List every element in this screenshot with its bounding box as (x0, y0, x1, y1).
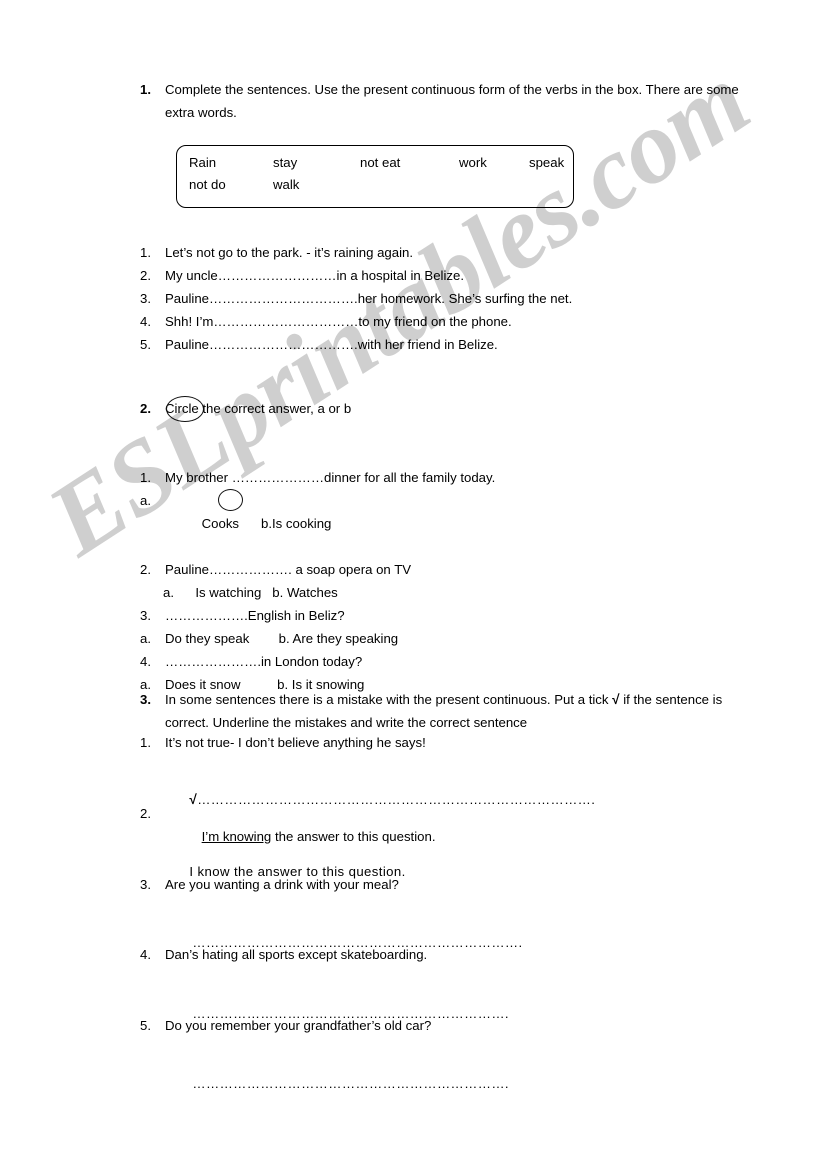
tick-icon: √ (612, 692, 620, 707)
exercise-3-number: 3. (140, 692, 151, 707)
list-item: 1. My brother …………………dinner for all the … (140, 466, 780, 489)
circle-annotation-circle-word (166, 396, 204, 422)
exercise-1-items: 1. Let’s not go to the park. - it’s rain… (140, 241, 780, 356)
list-item: 3. ……………….English in Beliz? (140, 604, 780, 627)
list-item: 4. Dan’s hating all sports except skateb… (140, 943, 780, 966)
item-text: Dan’s hating all sports except skateboar… (165, 947, 428, 962)
item-text: My uncle………………………in a hospital in Belize… (165, 268, 465, 283)
option-a-text: Cooks (201, 516, 262, 531)
item-marker: a. (163, 585, 174, 600)
list-item: 5. Pauline…………………………….with her friend in… (140, 333, 780, 356)
exercise-3-answer-line-5[interactable]: ……………………………………………………………. (168, 1049, 509, 1118)
word-bank-row-2: not do walk (177, 174, 573, 196)
item-marker: 4. (140, 947, 151, 962)
list-item-options: a. Do they speak b. Are they speaking (140, 627, 780, 650)
item-text: Are you wanting a drink with your meal? (165, 877, 399, 892)
list-item: 2. Pauline………………. a soap opera on TV (140, 558, 780, 581)
word-bank-row-1: Rain stay not eat work speak (177, 146, 573, 174)
circle-annotation-answer-b (218, 489, 243, 511)
word-bank-word: work (459, 155, 487, 170)
item-marker: 1. (140, 245, 151, 260)
exercise-3-item-3: 3. Are you wanting a drink with your mea… (140, 873, 780, 896)
exercise-1-heading: 1. Complete the sentences. Use the prese… (140, 78, 760, 124)
item-text: ………………….in London today? (165, 654, 363, 669)
word-bank-box: Rain stay not eat work speak not do walk (176, 145, 574, 208)
item-text: Shh! I’m……………………………to my friend on the p… (165, 314, 512, 329)
item-text: It’s not true- I don’t believe anything … (165, 735, 426, 750)
item-text: Is watching b. Watches (188, 585, 338, 600)
word-bank-word: stay (273, 155, 298, 170)
item-text: Pauline………………. a soap opera on TV (165, 562, 412, 577)
exercise-3-item-4: 4. Dan’s hating all sports except skateb… (140, 943, 780, 966)
exercise-1-instruction: Complete the sentences. Use the present … (165, 82, 739, 120)
item-marker: a. (140, 493, 151, 508)
word-bank-word: Rain (189, 155, 217, 170)
item-text: My brother …………………dinner for all the fam… (165, 470, 496, 485)
option-b-marker: b. (261, 516, 273, 531)
item-text: Pauline…………………………….her homework. She’s s… (165, 291, 573, 306)
word-bank-word: walk (273, 177, 300, 192)
item-marker: 4. (140, 314, 151, 329)
exercise-1-number: 1. (140, 82, 151, 97)
item-text: Do they speak b. Are they speaking (165, 631, 399, 646)
list-item-options: a. Is watching b. Watches (140, 581, 780, 604)
list-item: 1. It’s not true- I don’t believe anythi… (140, 731, 780, 754)
word-bank-word: not do (189, 177, 226, 192)
item-text: Do you remember your grandfather’s old c… (165, 1018, 432, 1033)
item-marker: 3. (140, 291, 151, 306)
word-bank-word: not eat (360, 155, 401, 170)
item-marker: 4. (140, 654, 151, 669)
item-marker: 3. (140, 608, 151, 623)
list-item: 3. Pauline…………………………….her homework. She’… (140, 287, 780, 310)
list-item: 3. Are you wanting a drink with your mea… (140, 873, 780, 896)
item-marker: 2. (140, 806, 151, 821)
option-b-text: Is cooking (272, 516, 332, 531)
item-marker: 3. (140, 877, 151, 892)
item-marker: a. (140, 631, 151, 646)
list-item: 4. Shh! I’m……………………………to my friend on th… (140, 310, 780, 333)
item-marker: 1. (140, 470, 151, 485)
exercise-3-item-5: 5. Do you remember your grandfather’s ol… (140, 1014, 780, 1037)
list-item: 5. Do you remember your grandfather’s ol… (140, 1014, 780, 1037)
item-text: Pauline…………………………….with her friend in Be… (165, 337, 498, 352)
exercise-2-heading: 2. Circle the correct answer, a or b (140, 397, 760, 420)
item-marker: 2. (140, 562, 151, 577)
exercise-2-instruction: the correct answer, a or b (198, 401, 352, 416)
exercise-3-item-1: 1. It’s not true- I don’t believe anythi… (140, 731, 780, 754)
item-marker: 5. (140, 1018, 151, 1033)
worksheet-page: ESLprintables.com 1. Complete the senten… (0, 0, 826, 1169)
list-item: 4. ………………….in London today? (140, 650, 780, 673)
item-marker: 1. (140, 735, 151, 750)
item-text: ……………….English in Beliz? (165, 608, 345, 623)
exercise-2-number: 2. (140, 401, 151, 416)
list-item: 1. Let’s not go to the park. - it’s rain… (140, 241, 780, 264)
dotted-line: ……………………………………………………………. (192, 1076, 509, 1091)
exercise-3-instruction-part1: In some sentences there is a mistake wit… (165, 692, 613, 707)
item-text: Let’s not go to the park. - it’s raining… (165, 245, 414, 260)
list-item: 2. My uncle………………………in a hospital in Bel… (140, 264, 780, 287)
exercise-3-heading: 3. In some sentences there is a mistake … (140, 688, 768, 734)
item-marker: 2. (140, 268, 151, 283)
word-bank-word: speak (529, 155, 565, 170)
item-marker: 5. (140, 337, 151, 352)
